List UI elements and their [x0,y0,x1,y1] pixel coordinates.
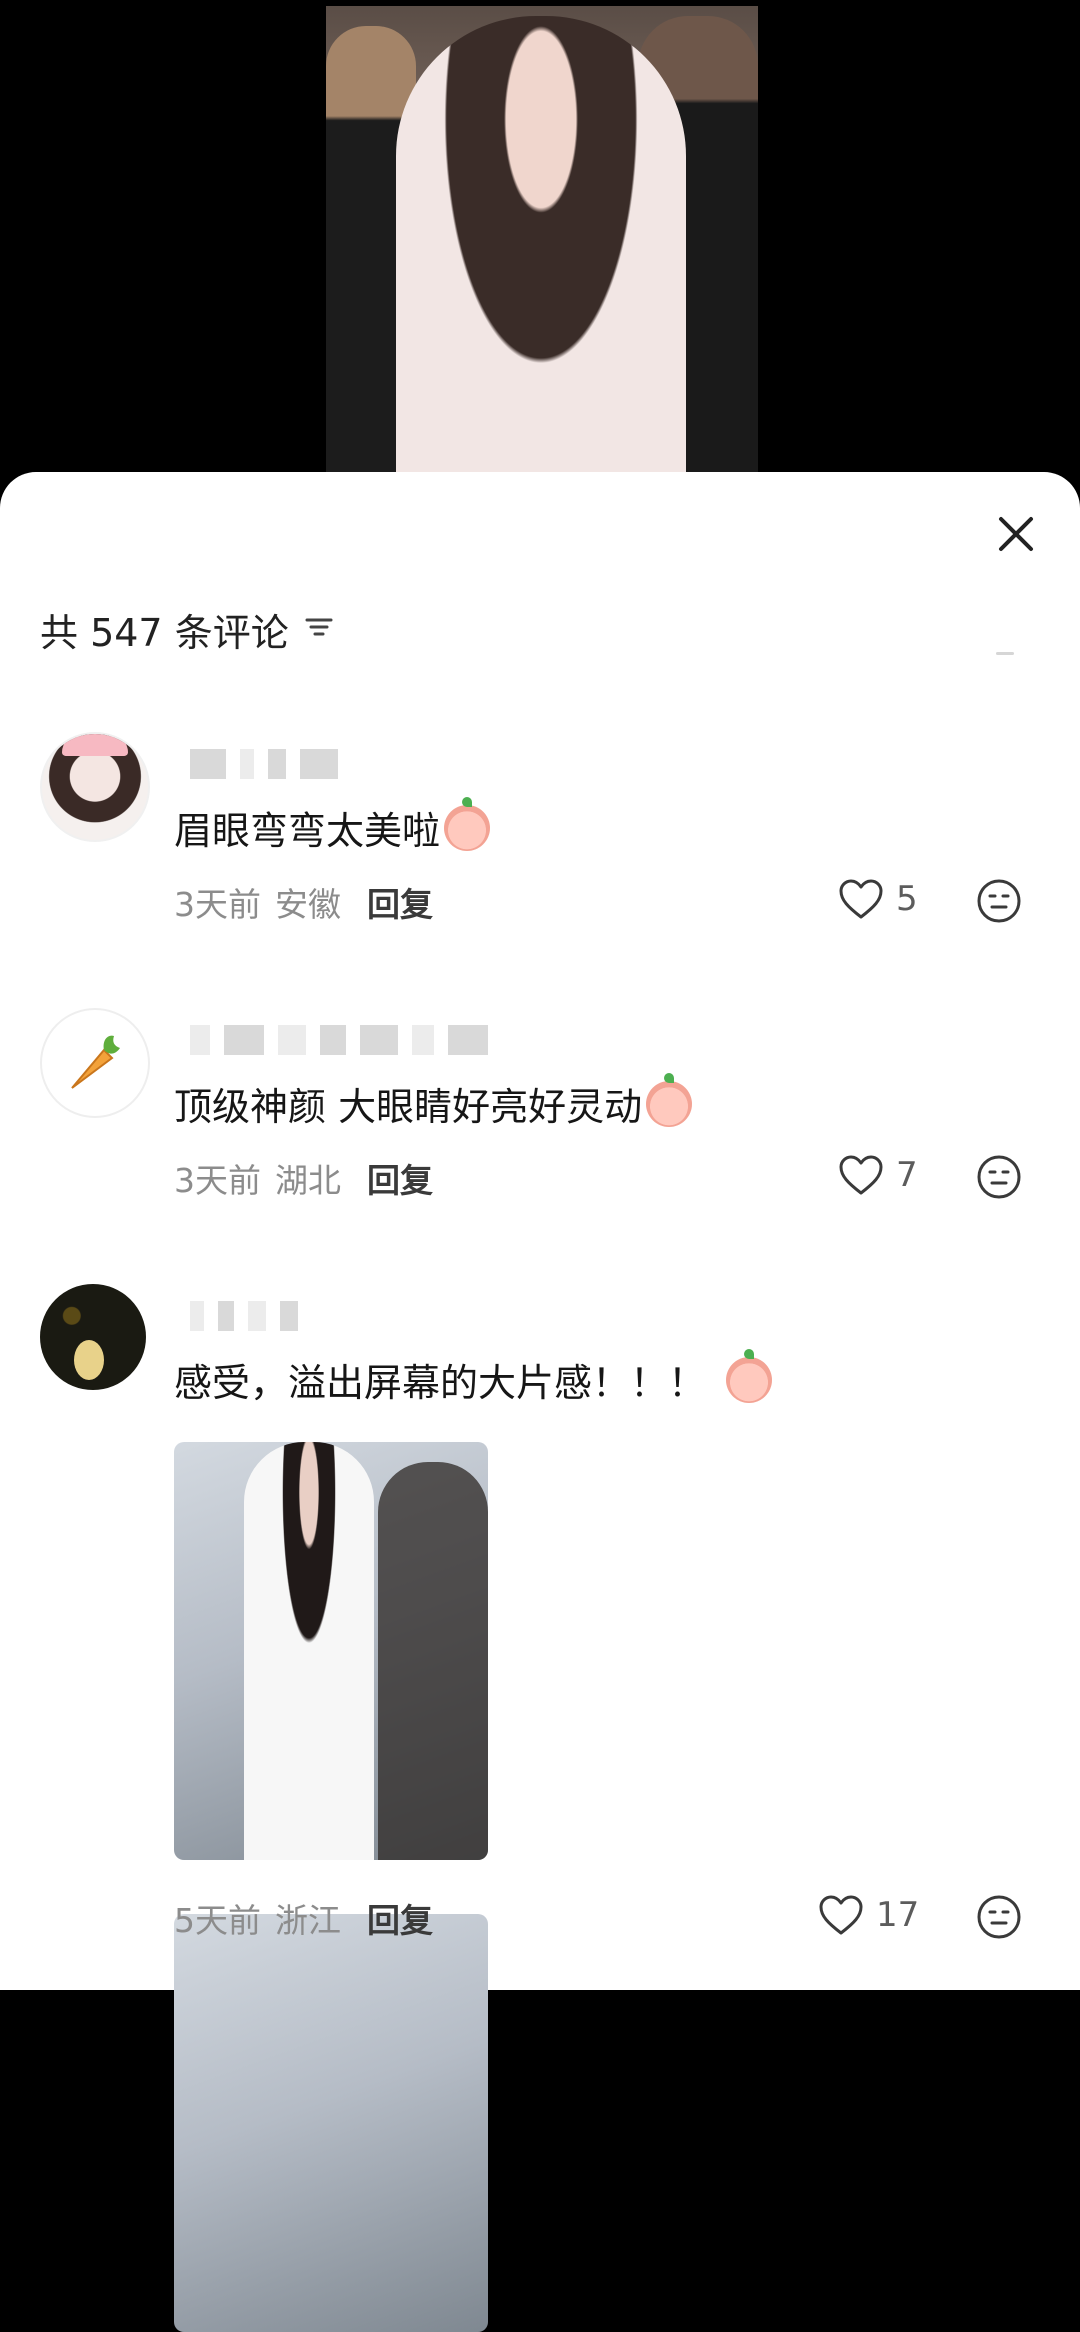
username-redacted[interactable] [190,1024,488,1056]
reply-button[interactable]: 回复 [367,878,433,926]
username-redacted[interactable] [190,1300,298,1332]
avatar[interactable] [40,732,150,842]
comment-text-content: 顶级神颜 大眼睛好亮好灵动 [174,1085,643,1129]
like-button[interactable]: 17 [818,1894,919,1936]
comment-image-wrapper [174,1914,488,2332]
reaction-button[interactable] [976,1154,1022,1200]
like-count: 17 [876,1895,920,1935]
reply-button[interactable]: 回复 [367,1154,433,1202]
like-button[interactable]: 5 [838,878,918,920]
heart-icon [819,1895,863,1935]
image-subject [244,1442,374,1860]
comment-location: 湖北 [275,1161,341,1200]
avatar-cap [62,734,128,756]
comment-text: 眉眼弯弯太美啦 [174,796,491,855]
reply-button[interactable]: 回复 [367,1894,433,1942]
comment-location: 浙江 [275,1901,341,1940]
username-redacted[interactable] [190,748,338,780]
emoji-sticker [646,1072,693,1127]
emoji-reaction-icon [977,1155,1021,1199]
comment-meta: 3天前 湖北 回复 [174,1154,433,1202]
emoji-reaction-icon [977,879,1021,923]
video-frame[interactable] [326,6,758,476]
comment-time: 3天前 [174,885,261,924]
comment-text-content: 眉眼弯弯太美啦 [174,809,441,853]
comment-time: 3天前 [174,1161,261,1200]
heart-icon [839,879,883,919]
comment-count-header: 共 547 条评论 [40,602,335,657]
avatar[interactable] [40,1008,150,1118]
comments-sheet: 共 547 条评论 眉眼弯弯太美啦 3天前 安徽 回复 5 顶级神颜 大眼睛好亮… [0,472,1080,2332]
comment-count-label: 共 547 条评论 [40,611,289,655]
image-background-person [378,1462,488,1860]
comment-meta: 5天前 浙江 回复 [174,1894,433,1942]
close-button[interactable] [990,508,1042,560]
avatar[interactable] [40,1284,146,1390]
divider-mark [996,652,1014,655]
like-count: 5 [896,879,918,919]
reaction-button[interactable] [976,878,1022,924]
video-player[interactable] [0,0,1080,476]
heart-icon [839,1155,883,1195]
video-subject [396,16,686,476]
like-button[interactable]: 7 [838,1154,918,1196]
emoji-sticker [726,1348,773,1403]
comment-time: 5天前 [174,1901,261,1940]
comment-text: 感受，溢出屏幕的大片感！！！ [174,1348,773,1407]
emoji-reaction-icon [977,1895,1021,1939]
like-count: 7 [896,1155,918,1195]
emoji-sticker [444,796,491,851]
close-icon [999,517,1033,551]
reaction-button[interactable] [976,1894,1022,1940]
carrot-icon [71,1035,120,1089]
comment-meta: 3天前 安徽 回复 [174,878,433,926]
comment-location: 安徽 [275,885,341,924]
avatar-figure [74,1340,104,1380]
comment-text: 顶级神颜 大眼睛好亮好灵动 [174,1072,693,1131]
comment-image[interactable] [174,1442,488,1860]
filter-icon[interactable] [303,608,335,652]
comment-text-content: 感受，溢出屏幕的大片感！！！ [174,1361,707,1405]
